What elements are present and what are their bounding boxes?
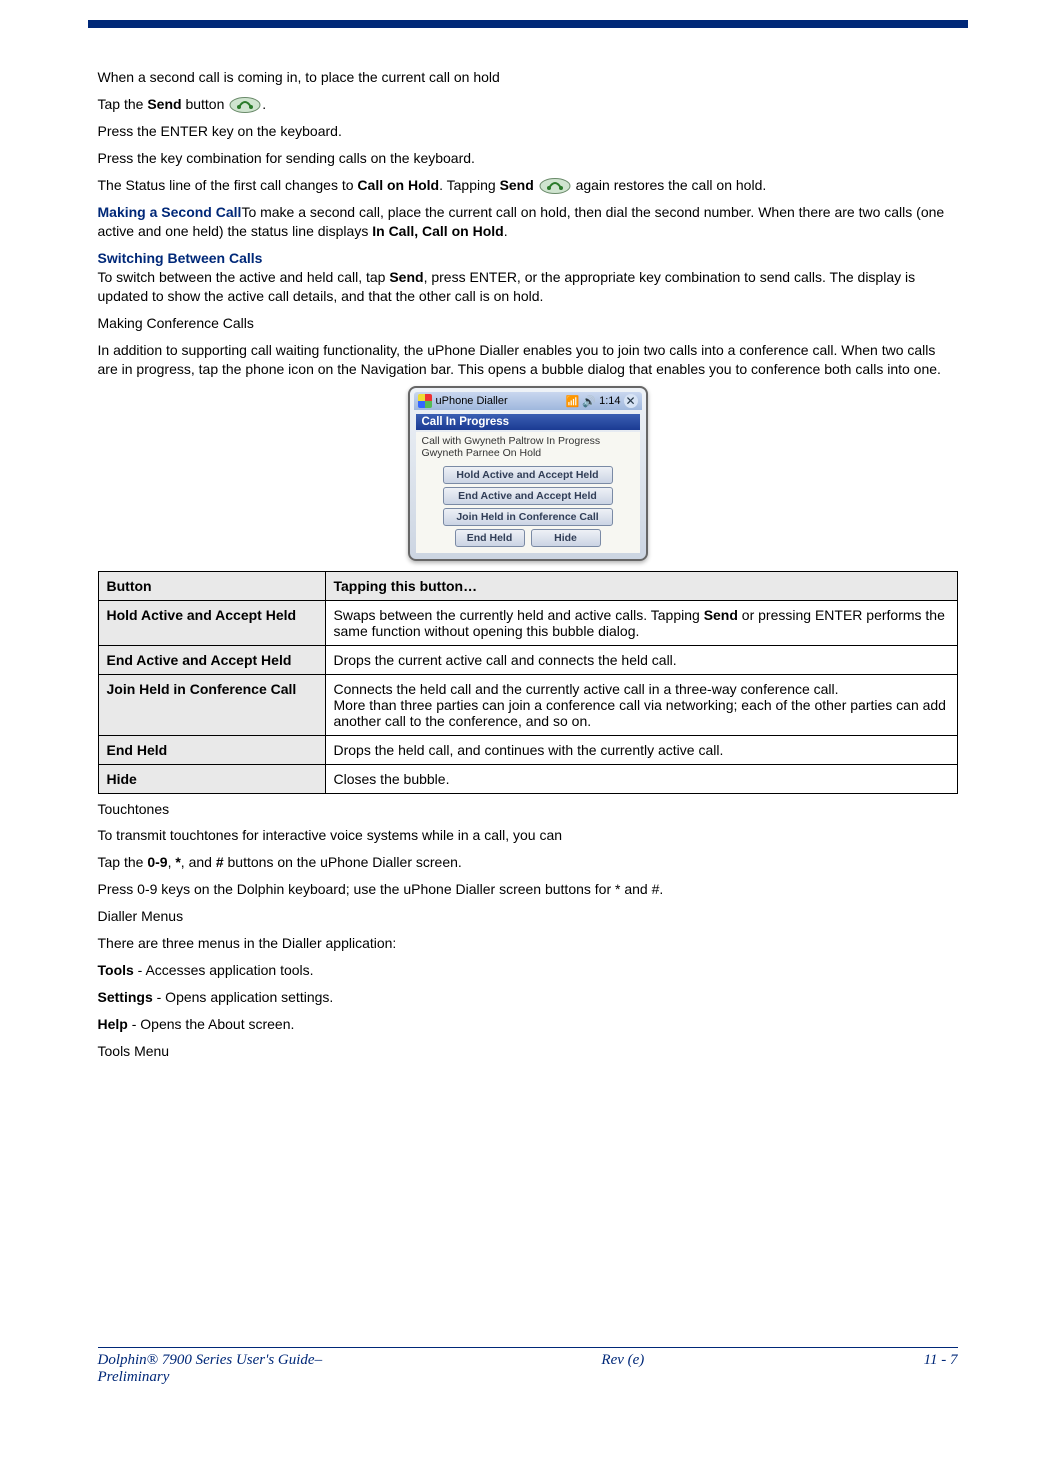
- text-bold: Send: [704, 607, 738, 623]
- send-icon: [538, 177, 572, 195]
- join-conference-button[interactable]: Join Held in Conference Call: [443, 508, 613, 526]
- button-name: Hold Active and Accept Held: [98, 600, 325, 645]
- dialler-menus-intro: There are three menus in the Dialler app…: [98, 934, 958, 953]
- pda-device-mock: uPhone Dialler 📶 🔊 1:14 ✕ Call In Progre…: [408, 386, 648, 560]
- touchtones-heading: Touchtones: [98, 800, 958, 819]
- text: Swaps between the currently held and act…: [334, 607, 704, 623]
- windows-logo-icon: [418, 394, 432, 408]
- pda-titlebar: uPhone Dialler 📶 🔊 1:14 ✕: [414, 392, 642, 410]
- text: To switch between the active and held ca…: [98, 269, 390, 285]
- send-label: Send: [147, 96, 181, 112]
- text: again restores the call on hold.: [576, 177, 767, 193]
- button-name: End Active and Accept Held: [98, 645, 325, 674]
- signal-icon: 📶: [566, 395, 580, 408]
- page-footer: Dolphin® 7900 Series User's Guide– Preli…: [98, 1347, 958, 1386]
- text: Tap the: [98, 96, 148, 112]
- text: - Opens application settings.: [153, 989, 334, 1005]
- menu-settings: Settings - Opens application settings.: [98, 988, 958, 1007]
- pda-title-text: uPhone Dialler: [436, 395, 508, 407]
- footer-page-number: 11 - 7: [924, 1352, 958, 1386]
- footer-revision: Rev (e): [601, 1352, 644, 1386]
- hold-active-button[interactable]: Hold Active and Accept Held: [443, 466, 613, 484]
- footer-subtitle: Preliminary: [98, 1369, 170, 1385]
- text-bold: Send: [500, 177, 534, 193]
- text-bold: 0-9: [147, 854, 167, 870]
- table-row: Join Held in Conference Call Connects th…: [98, 674, 957, 735]
- table-row: Hide Closes the bubble.: [98, 764, 957, 793]
- heading-making-second-call: Making a Second Call: [98, 204, 242, 220]
- text: , and: [181, 854, 216, 870]
- text-bold: Tools: [98, 962, 134, 978]
- button-desc: Connects the held call and the currently…: [325, 674, 957, 735]
- text: buttons on the uPhone Dialler screen.: [224, 854, 462, 870]
- text: button: [182, 96, 229, 112]
- text-bold: In Call, Call on Hold: [372, 223, 503, 239]
- button-name: Join Held in Conference Call: [98, 674, 325, 735]
- text: Connects the held call and the currently…: [334, 681, 839, 697]
- pda-status-line: Gwyneth Parnee On Hold: [422, 447, 634, 459]
- text: - Opens the About screen.: [128, 1016, 295, 1032]
- speaker-icon: 🔊: [582, 395, 596, 408]
- hide-button[interactable]: Hide: [531, 529, 601, 547]
- text-bold: Help: [98, 1016, 128, 1032]
- end-active-button[interactable]: End Active and Accept Held: [443, 487, 613, 505]
- intro-text: When a second call is coming in, to plac…: [98, 68, 958, 87]
- col-button: Button: [98, 571, 325, 600]
- conference-title: Making Conference Calls: [98, 314, 958, 333]
- menu-tools: Tools - Accesses application tools.: [98, 961, 958, 980]
- heading-switching: Switching Between Calls: [98, 250, 263, 266]
- footer-left: Dolphin® 7900 Series User's Guide– Preli…: [98, 1352, 323, 1386]
- press-enter-line: Press the ENTER key on the keyboard.: [98, 122, 958, 141]
- button-desc: Closes the bubble.: [325, 764, 957, 793]
- text: .: [262, 96, 266, 112]
- touchtones-intro: To transmit touchtones for interactive v…: [98, 826, 958, 845]
- press-combo-line: Press the key combination for sending ca…: [98, 149, 958, 168]
- button-name: Hide: [98, 764, 325, 793]
- text: Tap the: [98, 854, 148, 870]
- conference-body: In addition to supporting call waiting f…: [98, 341, 958, 379]
- table-header-row: Button Tapping this button…: [98, 571, 957, 600]
- pda-time: 1:14: [599, 395, 620, 407]
- text-bold: Send: [389, 269, 423, 285]
- status-line: The Status line of the first call change…: [98, 176, 958, 195]
- text: .: [504, 223, 508, 239]
- text-bold: Settings: [98, 989, 153, 1005]
- table-row: Hold Active and Accept Held Swaps betwee…: [98, 600, 957, 645]
- close-icon[interactable]: ✕: [624, 394, 638, 408]
- pda-buttons: Hold Active and Accept Held End Active a…: [416, 466, 640, 553]
- table-row: End Held Drops the held call, and contin…: [98, 735, 957, 764]
- text: . Tapping: [439, 177, 499, 193]
- table-row: End Active and Accept Held Drops the cur…: [98, 645, 957, 674]
- text-bold: #: [216, 854, 224, 870]
- tap-send-line: Tap the Send button .: [98, 95, 958, 114]
- text: - Accesses application tools.: [134, 962, 314, 978]
- page: When a second call is coming in, to plac…: [68, 0, 988, 1400]
- touchtones-tap: Tap the 0-9, *, and # buttons on the uPh…: [98, 853, 958, 872]
- making-second-call: Making a Second CallTo make a second cal…: [98, 203, 958, 241]
- send-icon: [228, 96, 262, 114]
- dialler-menus-heading: Dialler Menus: [98, 907, 958, 926]
- text-bold: Call on Hold: [357, 177, 439, 193]
- pda-status-line: Call with Gwyneth Paltrow In Progress: [422, 435, 634, 447]
- button-name: End Held: [98, 735, 325, 764]
- header-rule: [88, 20, 968, 28]
- pda-banner: Call In Progress: [416, 414, 640, 430]
- button-desc: Drops the held call, and continues with …: [325, 735, 957, 764]
- switching-between-calls: Switching Between Calls To switch betwee…: [98, 249, 958, 306]
- tools-menu-heading: Tools Menu: [98, 1042, 958, 1061]
- button-desc: Swaps between the currently held and act…: [325, 600, 957, 645]
- end-held-button[interactable]: End Held: [455, 529, 525, 547]
- button-table: Button Tapping this button… Hold Active …: [98, 571, 958, 794]
- col-description: Tapping this button…: [325, 571, 957, 600]
- button-desc: Drops the current active call and connec…: [325, 645, 957, 674]
- menu-help: Help - Opens the About screen.: [98, 1015, 958, 1034]
- touchtones-press: Press 0-9 keys on the Dolphin keyboard; …: [98, 880, 958, 899]
- text: More than three parties can join a confe…: [334, 697, 946, 729]
- footer-title: Dolphin® 7900 Series User's Guide–: [98, 1352, 323, 1368]
- text: The Status line of the first call change…: [98, 177, 358, 193]
- pda-status: Call with Gwyneth Paltrow In Progress Gw…: [416, 432, 640, 465]
